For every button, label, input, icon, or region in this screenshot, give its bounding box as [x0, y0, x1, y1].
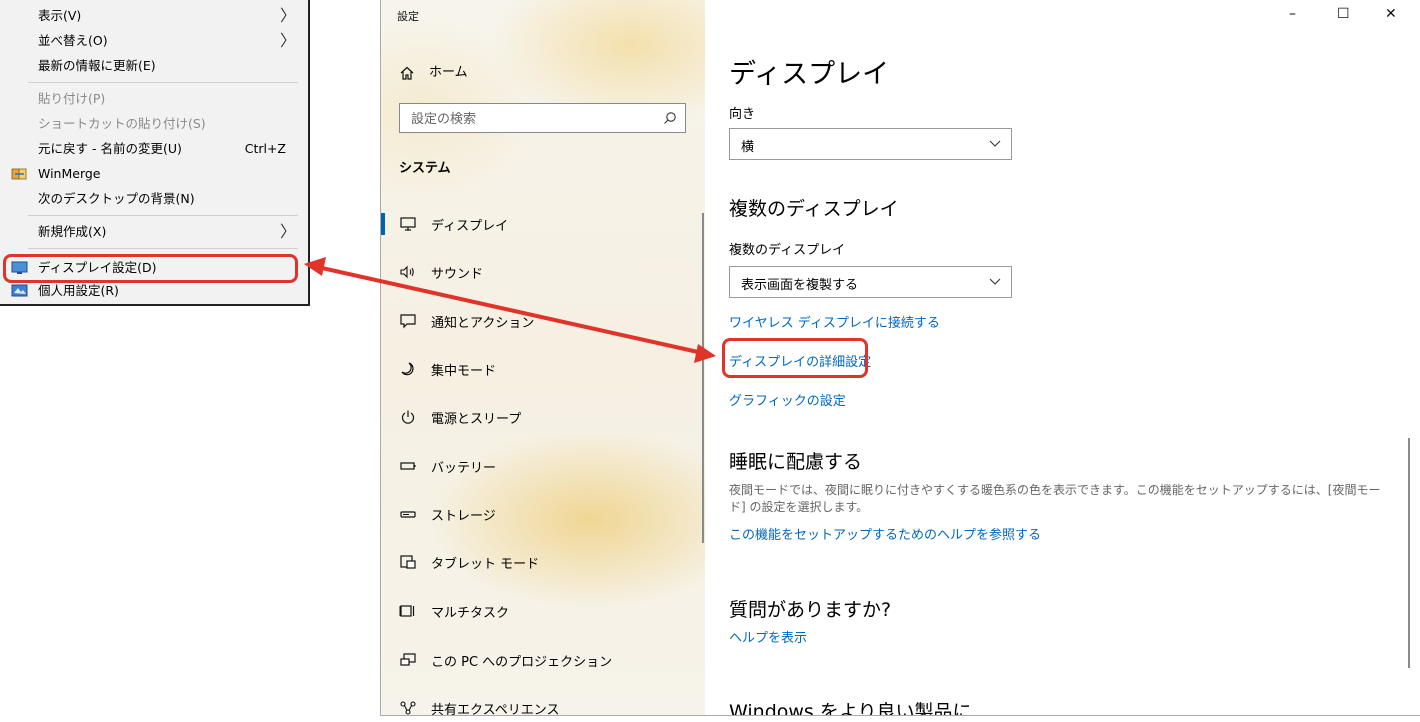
help-link[interactable]: ヘルプを表示 — [729, 627, 807, 646]
chevron-down-icon — [989, 278, 1001, 285]
menu-item-label: 元に戻す - 名前の変更(U) — [38, 141, 182, 156]
storage-icon — [400, 511, 416, 518]
sidebar-item-label: 集中モード — [431, 364, 497, 379]
personalize-icon — [11, 284, 28, 297]
sidebar-item-label: マルチタスク — [431, 606, 510, 621]
maximize-button[interactable]: ☐ — [1337, 6, 1350, 22]
menu-item-label: 次のデスクトップの背景(N) — [38, 191, 195, 206]
sidebar-item-sound[interactable]: サウンド — [381, 252, 705, 292]
sidebar-item-label: ストレージ — [431, 509, 496, 524]
menu-item-label: 新規作成(X) — [38, 224, 107, 239]
wireless-display-link[interactable]: ワイヤレス ディスプレイに接続する — [729, 312, 940, 331]
content-scrollbar[interactable] — [1408, 438, 1410, 668]
menu-item-next-background[interactable]: 次のデスクトップの背景(N) — [0, 187, 308, 211]
search-input[interactable] — [400, 104, 668, 134]
graphics-settings-link[interactable]: グラフィックの設定 — [729, 390, 846, 409]
windows-feedback-heading: Windows をより良い製品に — [729, 701, 972, 716]
menu-separator — [28, 82, 298, 83]
page-title: ディスプレイ — [729, 59, 890, 90]
sidebar-item-multitasking[interactable]: マルチタスク — [381, 591, 705, 631]
monitor-icon — [400, 217, 416, 231]
sidebar-item-label: ディスプレイ — [431, 219, 509, 234]
sleep-help-link[interactable]: この機能をセットアップするためのヘルプを参照する — [729, 524, 1041, 543]
sidebar-item-display[interactable]: ディスプレイ — [381, 204, 705, 244]
question-heading: 質問がありますか? — [729, 599, 892, 621]
multitask-icon — [399, 605, 415, 617]
menu-item-new[interactable]: 新規作成(X) 〉 — [0, 220, 308, 244]
sidebar-scrollbar[interactable] — [702, 213, 704, 543]
sidebar-item-power-sleep[interactable]: 電源とスリープ — [381, 397, 705, 437]
tablet-icon — [400, 555, 416, 569]
moon-icon — [401, 362, 414, 376]
window-title: 設定 — [397, 10, 419, 23]
chevron-right-icon: 〉 — [279, 31, 296, 50]
section-title: システム — [399, 161, 451, 176]
menu-item-label: 表示(V) — [38, 8, 82, 23]
menu-item-label: 並べ替え(O) — [38, 33, 108, 48]
settings-window: 設定 ホーム システム ディスプレイ — [380, 0, 1420, 716]
sidebar-item-label: タブレット モード — [431, 557, 540, 572]
dropdown-value: 表示画面を複製する — [741, 278, 859, 293]
multi-display-heading: 複数のディスプレイ — [729, 198, 899, 220]
settings-sidebar: 設定 ホーム システム ディスプレイ — [381, 0, 705, 716]
menu-item-paste-shortcut: ショートカットの貼り付け(S) — [0, 112, 308, 136]
power-icon — [401, 410, 415, 424]
speaker-icon — [400, 265, 414, 279]
shortcut-text: Ctrl+Z — [244, 141, 286, 156]
menu-item-paste: 貼り付け(P) — [0, 87, 308, 111]
sidebar-item-projection[interactable]: この PC へのプロジェクション — [381, 640, 705, 680]
home-label: ホーム — [429, 65, 468, 80]
sidebar-item-label: 電源とスリープ — [431, 412, 522, 427]
menu-item-winmerge[interactable]: WinMerge — [0, 162, 308, 186]
sleep-heading: 睡眠に配慮する — [729, 451, 863, 473]
sidebar-item-label: サウンド — [431, 267, 484, 282]
sidebar-item-shared-experiences[interactable]: 共有エクスペリエンス — [381, 688, 705, 716]
menu-item-sort[interactable]: 並べ替え(O) 〉 — [0, 29, 308, 53]
sidebar-item-tablet-mode[interactable]: タブレット モード — [381, 542, 705, 582]
menu-item-view[interactable]: 表示(V) 〉 — [0, 4, 308, 28]
chevron-right-icon: 〉 — [279, 6, 296, 25]
highlight-box-link — [722, 338, 868, 378]
sidebar-item-label: 通知とアクション — [431, 316, 535, 331]
settings-content: – ☐ ✕ ディスプレイ 向き 横 複数のディスプレイ 複数のディスプレイ 表示… — [705, 0, 1420, 716]
battery-icon — [400, 462, 416, 470]
menu-item-undo-rename[interactable]: 元に戻す - 名前の変更(U) Ctrl+Z — [0, 137, 308, 161]
menu-separator — [28, 248, 298, 249]
sidebar-item-label: 共有エクスペリエンス — [431, 703, 560, 716]
context-menu: 表示(V) 〉 並べ替え(O) 〉 最新の情報に更新(E) 貼り付け(P) ショ… — [0, 0, 310, 306]
menu-item-label: WinMerge — [38, 166, 101, 181]
menu-item-refresh[interactable]: 最新の情報に更新(E) — [0, 54, 308, 78]
sidebar-item-notifications[interactable]: 通知とアクション — [381, 301, 705, 341]
sidebar-item-storage[interactable]: ストレージ — [381, 494, 705, 534]
multi-display-dropdown[interactable]: 表示画面を複製する — [729, 266, 1012, 298]
notification-icon — [400, 314, 416, 329]
menu-item-label: 貼り付け(P) — [38, 91, 106, 106]
sidebar-item-label: バッテリー — [431, 461, 497, 476]
menu-item-label: 最新の情報に更新(E) — [38, 58, 156, 73]
sidebar-item-focus-assist[interactable]: 集中モード — [381, 349, 705, 389]
share-icon — [400, 701, 416, 715]
orientation-label: 向き — [729, 107, 756, 122]
highlight-box-menu — [3, 254, 298, 283]
chevron-right-icon: 〉 — [279, 222, 296, 241]
search-icon[interactable] — [663, 111, 677, 125]
sidebar-item-label: この PC へのプロジェクション — [431, 655, 613, 670]
winmerge-icon — [11, 168, 27, 180]
projection-icon — [400, 653, 416, 666]
orientation-dropdown[interactable]: 横 — [729, 128, 1012, 160]
menu-item-label: ショートカットの貼り付け(S) — [38, 116, 206, 131]
sleep-description: 夜間モードでは、夜間に眠りに付きやすくする暖色系の色を表示できます。この機能をセ… — [729, 483, 1381, 514]
close-button[interactable]: ✕ — [1385, 6, 1397, 22]
minimize-button[interactable]: – — [1289, 6, 1296, 22]
settings-search — [399, 103, 686, 134]
multi-display-label: 複数のディスプレイ — [729, 243, 846, 258]
sidebar-item-battery[interactable]: バッテリー — [381, 446, 705, 486]
home-icon — [400, 66, 414, 80]
dropdown-value: 横 — [741, 140, 755, 155]
menu-separator — [28, 215, 298, 216]
chevron-down-icon — [989, 140, 1001, 147]
